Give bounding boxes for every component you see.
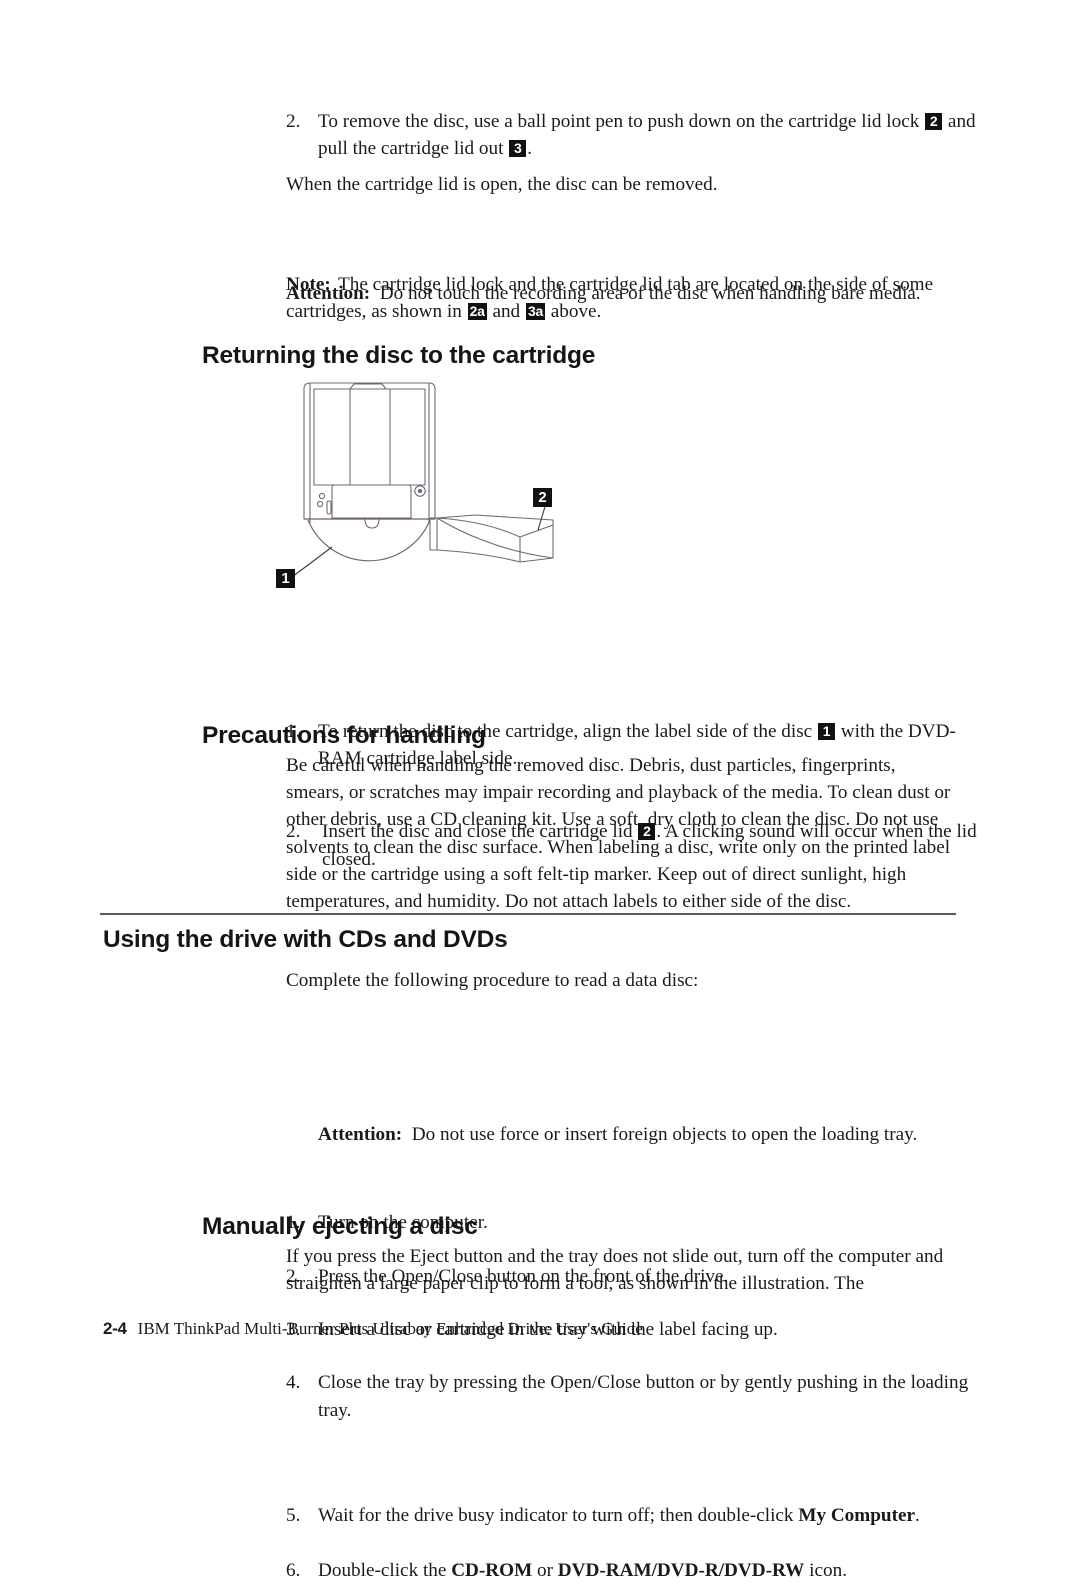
callout-badge-3: 3 xyxy=(509,140,527,158)
step-text-part3: . xyxy=(527,138,533,160)
step-item-double-click-icon: 6. Double-click the CD-ROM or DVD-RAM/DV… xyxy=(286,1557,990,1584)
heading-manually-ejecting: Manually ejecting a disc xyxy=(202,1213,478,1240)
paragraph-using-intro: Complete the following procedure to read… xyxy=(286,970,699,991)
step-text-part1: Double-click the xyxy=(318,1559,447,1581)
step-text-part2: . xyxy=(915,1505,920,1527)
heading-precautions: Precautions for handling xyxy=(202,722,486,749)
step-item-wait-indicator: 5. Wait for the drive busy indicator to … xyxy=(286,1502,990,1529)
list-marker: 4. xyxy=(286,1372,301,1394)
dvd-formats-label: DVD-RAM/DVD-R/DVD-RW xyxy=(557,1559,805,1581)
figure-cartridge-illustration: 1 2 xyxy=(270,375,600,605)
footer-title: IBM ThinkPad Multi-Burner Plus Ultrabay … xyxy=(137,1319,643,1338)
attention-block-tray: Attention: Do not use force or insert fo… xyxy=(318,1121,958,1148)
callout-badge-2: 2 xyxy=(925,113,943,130)
section-divider xyxy=(100,913,956,915)
step-item-remove-disc: 2. To remove the disc, use a ball point … xyxy=(286,108,990,163)
page-footer: 2-4 IBM ThinkPad Multi-Burner Plus Ultrab… xyxy=(103,1318,643,1340)
step-text-part3: icon. xyxy=(809,1559,848,1581)
paragraph-lid-open: When the cartridge lid is open, the disc… xyxy=(286,174,718,195)
heading-returning-disc: Returning the disc to the cartridge xyxy=(202,342,596,369)
paragraph-precautions: Be careful when handling the removed dis… xyxy=(286,755,951,913)
my-computer-label: My Computer xyxy=(798,1505,916,1527)
step-text-part1: Wait for the drive busy indicator to tur… xyxy=(318,1505,794,1527)
attention-block-top: Attention: Do not touch the recording ar… xyxy=(286,280,958,307)
page-number: 2-4 xyxy=(103,1319,127,1338)
cd-rom-label: CD-ROM xyxy=(451,1559,533,1581)
attention-label: Attention: xyxy=(286,283,371,304)
document-page: 2. To remove the disc, use a ball point … xyxy=(0,0,1080,1581)
attention-label: Attention: xyxy=(318,1124,403,1145)
figure-callout-2: 2 xyxy=(533,488,552,507)
list-marker: 6. xyxy=(286,1559,301,1581)
attention-text: Do not touch the recording area of the d… xyxy=(379,283,921,304)
list-marker: 5. xyxy=(286,1505,301,1527)
list-marker: 2. xyxy=(286,111,301,132)
step-text-part2: or xyxy=(537,1559,553,1581)
attention-text: Do not use force or insert foreign objec… xyxy=(411,1124,918,1145)
heading-using-drive: Using the drive with CDs and DVDs xyxy=(103,926,508,953)
paragraph-ejecting: If you press the Eject button and the tr… xyxy=(286,1246,944,1295)
figure-callout-1: 1 xyxy=(276,569,295,588)
step-text-part1: To remove the disc, use a ball point pen… xyxy=(318,111,920,132)
callout-badge-1: 1 xyxy=(817,722,835,740)
